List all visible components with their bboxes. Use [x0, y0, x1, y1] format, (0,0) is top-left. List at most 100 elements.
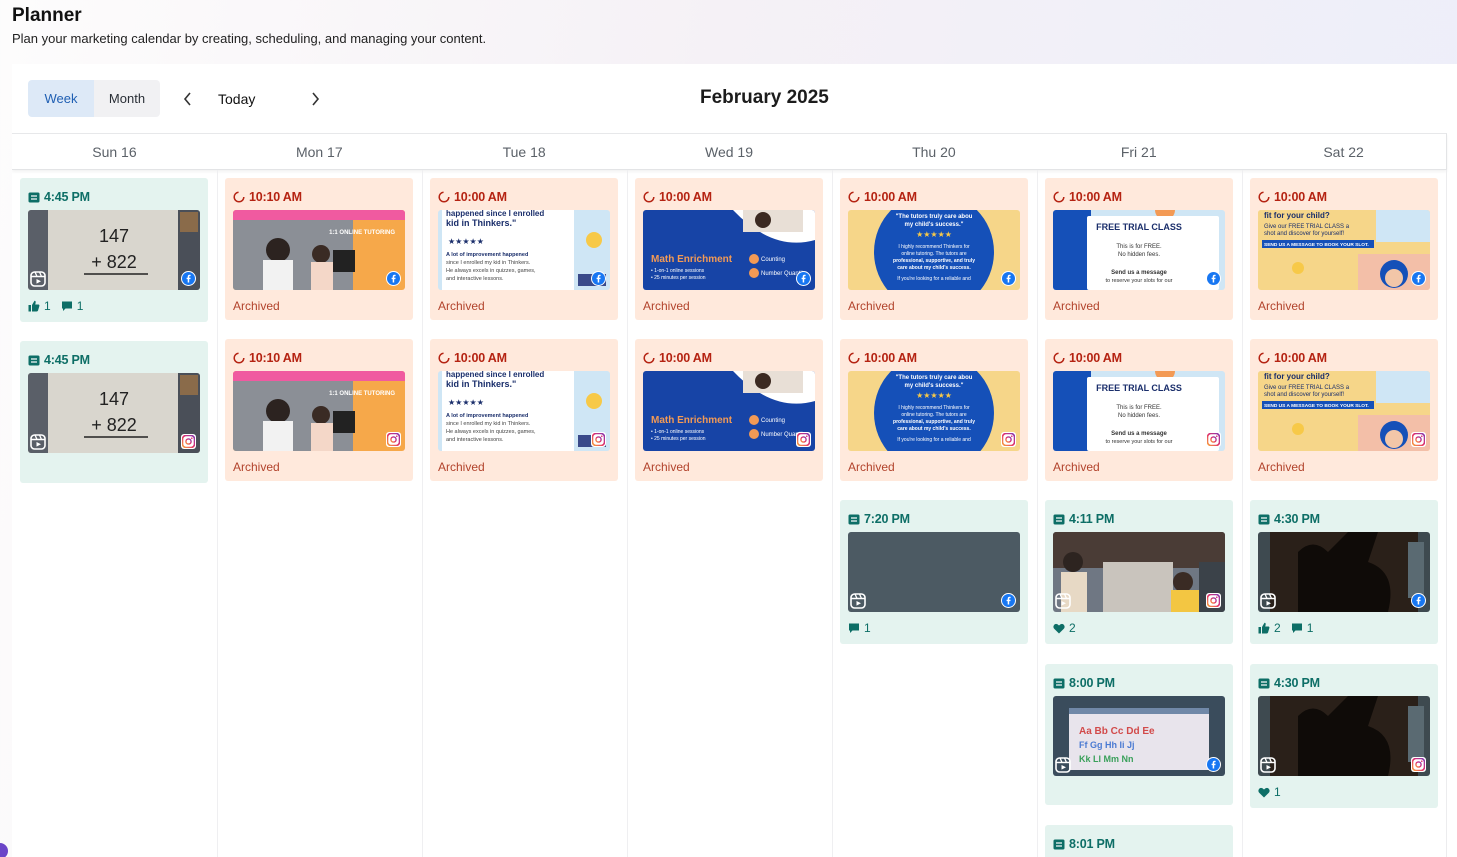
post-thumbnail[interactable]: 1:1 ONLINE TUTORING [233, 210, 405, 290]
post-mon-ig[interactable]: 10:10 AM 1:1 ONLINE TUTORING Archived [225, 339, 413, 481]
instagram-icon [1002, 433, 1015, 446]
post-thumbnail[interactable]: "The tutors truly care abou my child's su… [848, 371, 1020, 451]
post-thumbnail[interactable] [1258, 696, 1430, 776]
archived-status-icon [643, 352, 655, 364]
post-thu-reel[interactable]: 7:20 PM 1 [840, 500, 1028, 644]
post-sat-fb[interactable]: 10:00 AM fit for your child? Give our FREE… [1250, 178, 1438, 320]
svg-text:+ 822: + 822 [91, 252, 137, 272]
post-thumbnail[interactable]: Aa Bb Cc Dd Ee Ff Gg Hh Ii Jj Kk Ll Mm Nn [1053, 696, 1225, 776]
comments-value: 1 [864, 621, 871, 635]
svg-text:fit for your child?: fit for your child? [1264, 211, 1330, 220]
svg-text:• 25 minutes per session: • 25 minutes per session [651, 436, 706, 442]
post-time: 7:20 PM [848, 512, 910, 526]
post-sun-ig[interactable]: 4:45 PM 147 + 822 [20, 341, 208, 483]
post-time-label: 4:45 PM [44, 190, 90, 204]
post-wed-ig[interactable]: 10:00 AM Math Enrichment • 1-on-1 online s… [635, 339, 823, 481]
day-header-sat: Sat 22 [1323, 143, 1364, 160]
post-time: 10:00 AM [643, 190, 712, 204]
post-sun-fb[interactable]: 4:45 PM 147 + 822 1 1 [20, 178, 208, 322]
facebook-icon [1412, 272, 1425, 285]
previous-week-button[interactable] [176, 87, 200, 111]
post-thumbnail[interactable]: fit for your child? Give our FREE TRIAL C… [1258, 371, 1430, 451]
archived-status-icon [1053, 352, 1065, 364]
page-title: Planner [12, 5, 82, 26]
post-tue-fb[interactable]: 10:00 AM happened since I enrolled kid in… [430, 178, 618, 320]
archived-status-icon [848, 191, 860, 203]
post-time: 10:00 AM [1258, 190, 1327, 204]
post-time-label: 4:45 PM [44, 353, 90, 367]
help-launcher[interactable] [0, 843, 8, 857]
archived-label: Archived [848, 299, 895, 313]
svg-text:Give our FREE TRIAL CLASS a: Give our FREE TRIAL CLASS a [1264, 224, 1350, 230]
post-thumbnail[interactable]: FREE TRIAL CLASS This is for FREE. No hidd… [1053, 371, 1225, 451]
week-view-button[interactable]: Week [28, 80, 94, 117]
svg-text:kid in Thinkers.": kid in Thinkers." [446, 218, 516, 228]
like-icon [1258, 622, 1270, 634]
comments-count: 1 [61, 299, 83, 313]
post-time: 4:45 PM [28, 190, 90, 204]
archived-status-icon [233, 191, 245, 203]
post-thumbnail[interactable]: "The tutors truly care abou my child's su… [848, 210, 1020, 290]
post-fri-fb[interactable]: 10:00 AM FREE TRIAL CLASS This is for FREE… [1045, 178, 1233, 320]
post-thumbnail[interactable] [1053, 532, 1225, 612]
post-fri-reel-3[interactable]: 8:01 PM [1045, 825, 1233, 857]
post-icon [28, 355, 40, 365]
post-wed-fb[interactable]: 10:00 AM Math Enrichment • 1-on-1 online s… [635, 178, 823, 320]
next-week-button[interactable] [303, 87, 327, 111]
month-view-button[interactable]: Month [94, 80, 160, 117]
svg-text:No hidden fees.: No hidden fees. [1118, 413, 1160, 419]
post-thu-fb[interactable]: 10:00 AM "The tutors truly care abou my ch… [840, 178, 1028, 320]
post-tue-ig[interactable]: 10:00 AM happened since I enrolled kid in… [430, 339, 618, 481]
likes-count: 1 [28, 299, 51, 313]
post-thumbnail[interactable]: 1:1 ONLINE TUTORING [233, 371, 405, 451]
reactions-count: 1 [1258, 785, 1281, 799]
day-header-tue: Tue 18 [502, 143, 546, 160]
post-mon-fb[interactable]: 10:10 AM 1:1 ONLINE TUTORING Archived [225, 178, 413, 320]
week-grid: 4:45 PM 147 + 822 1 1 4:45 PM 147 + 822 10:10 AM… [12, 170, 1447, 857]
today-button[interactable]: Today [218, 91, 255, 107]
post-icon [1053, 678, 1065, 688]
post-icon [28, 192, 40, 202]
like-icon [28, 300, 40, 312]
comments-count: 1 [848, 621, 871, 635]
facebook-icon [592, 272, 605, 285]
post-sat-reel-fb[interactable]: 4:30 PM 2 1 [1250, 500, 1438, 644]
archived-label: Archived [233, 460, 280, 474]
post-thumbnail[interactable]: happened since I enrolled kid in Thinker… [438, 210, 610, 290]
post-stats: 2 [1053, 621, 1086, 635]
post-thumbnail[interactable] [1258, 532, 1430, 612]
post-time-label: 8:00 PM [1069, 676, 1115, 690]
svg-text:and interactive lessons.: and interactive lessons. [446, 437, 504, 443]
post-stats: 1 [848, 621, 881, 635]
svg-text:• 1-on-1 online sessions: • 1-on-1 online sessions [651, 268, 705, 274]
post-time-label: 10:10 AM [249, 351, 302, 365]
post-time: 4:30 PM [1258, 676, 1320, 690]
post-thumbnail[interactable]: Math Enrichment • 1-on-1 online sessions •… [643, 210, 815, 290]
post-thumbnail[interactable] [848, 532, 1020, 612]
view-switcher: Week Month [28, 80, 160, 117]
post-thumbnail[interactable]: Math Enrichment • 1-on-1 online sessions •… [643, 371, 815, 451]
calendar-panel: Week Month Today February 2025 Sun 16 Mo… [12, 64, 1457, 857]
post-sat-reel-ig[interactable]: 4:30 PM 1 [1250, 664, 1438, 808]
post-thumbnail[interactable]: 147 + 822 [28, 373, 200, 453]
post-thumbnail[interactable]: FREE TRIAL CLASS This is for FREE. No hidd… [1053, 210, 1225, 290]
post-fri-ig[interactable]: 10:00 AM FREE TRIAL CLASS This is for FREE… [1045, 339, 1233, 481]
post-thumbnail[interactable]: 147 + 822 [28, 210, 200, 290]
reel-icon [850, 593, 866, 609]
svg-text:No hidden fees.: No hidden fees. [1118, 252, 1160, 258]
comments-count: 1 [1291, 621, 1313, 635]
svg-text:He always excels in quizzes, g: He always excels in quizzes, games, [446, 268, 536, 274]
post-thumbnail[interactable]: fit for your child? Give our FREE TRIAL C… [1258, 210, 1430, 290]
archived-label: Archived [1053, 460, 1100, 474]
post-thu-ig[interactable]: 10:00 AM "The tutors truly care abou my ch… [840, 339, 1028, 481]
svg-text:• 1-on-1 online sessions: • 1-on-1 online sessions [651, 429, 705, 435]
post-thumbnail[interactable]: happened since I enrolled kid in Thinker… [438, 371, 610, 451]
post-fri-reel-2[interactable]: 8:00 PM Aa Bb Cc Dd Ee Ff Gg Hh Ii Jj Kk Ll… [1045, 664, 1233, 805]
post-fri-reel-1[interactable]: 4:11 PM 2 [1045, 500, 1233, 644]
svg-text:★★★★★: ★★★★★ [916, 391, 952, 400]
svg-text:+ 822: + 822 [91, 415, 137, 435]
post-sat-ig[interactable]: 10:00 AM fit for your child? Give our FREE… [1250, 339, 1438, 481]
post-time: 10:00 AM [848, 190, 917, 204]
svg-text:★★★★★: ★★★★★ [448, 237, 484, 246]
facebook-badge [591, 271, 606, 286]
